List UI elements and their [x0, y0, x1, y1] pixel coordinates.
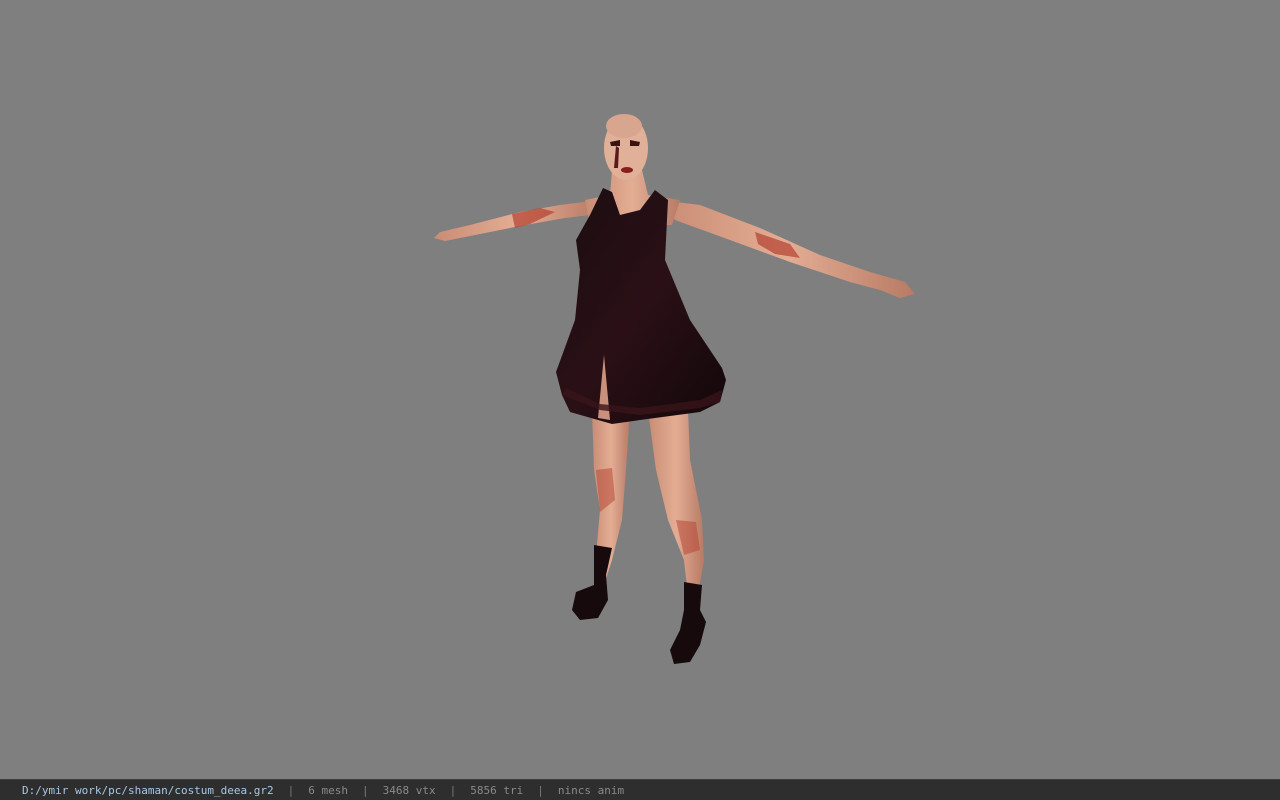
vertex-count: 3468 vtx — [382, 783, 436, 797]
triangle-count: 5856 tri — [470, 783, 524, 797]
separator: | — [449, 783, 457, 797]
right-leg — [648, 410, 704, 595]
left-shoe — [572, 545, 612, 620]
character-model[interactable] — [0, 0, 1280, 779]
status-bar: D:/ymir work/pc/shaman/costum_deea.gr2 |… — [0, 779, 1280, 800]
separator: | — [362, 783, 369, 797]
3d-viewport[interactable] — [0, 0, 1280, 779]
right-shoe — [670, 582, 706, 664]
separator: | — [287, 783, 295, 797]
file-path: D:/ymir work/pc/shaman/costum_deea.gr2 — [22, 783, 274, 797]
animation-status: nincs anim — [557, 783, 625, 797]
lips — [621, 167, 633, 173]
separator: | — [537, 783, 544, 797]
mesh-count: 6 mesh — [308, 783, 349, 797]
head-top — [606, 114, 642, 138]
